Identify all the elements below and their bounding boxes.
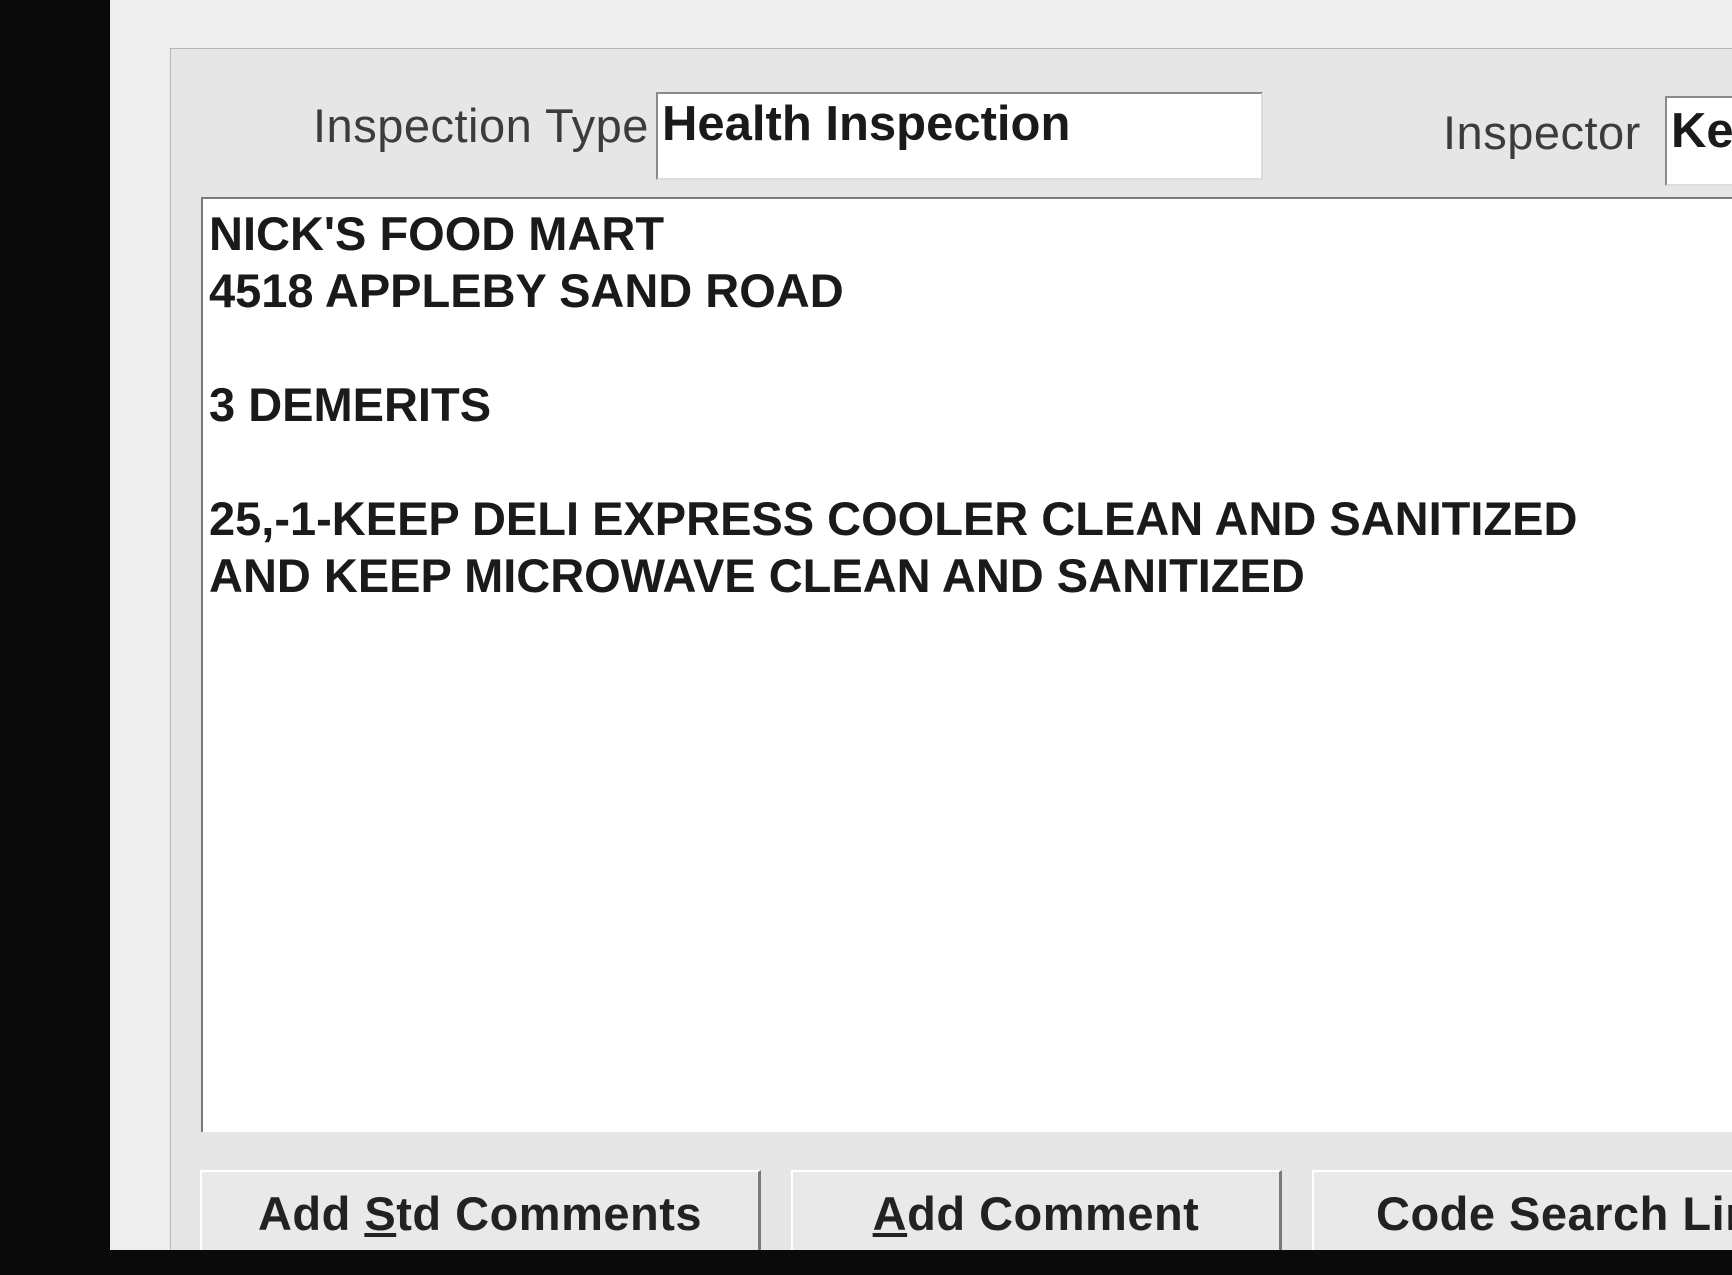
- inspector-field[interactable]: Ke: [1665, 96, 1732, 186]
- add-std-comments-button[interactable]: Add Std Comments: [200, 1170, 761, 1260]
- scan-bottom-edge: [0, 1250, 1732, 1275]
- comment-line: 3 DEMERITS: [209, 378, 492, 431]
- comment-line: AND KEEP MICROWAVE CLEAN AND SANITIZED: [209, 549, 1305, 602]
- button-label: Add: [257, 1187, 365, 1240]
- comments-textarea[interactable]: NICK'S FOOD MART 4518 APPLEBY SAND ROAD …: [201, 197, 1732, 1132]
- comment-line: NICK'S FOOD MART: [209, 207, 665, 260]
- inspector-label: Inspector: [1443, 106, 1641, 159]
- add-comment-button[interactable]: Add Comment: [791, 1170, 1282, 1260]
- code-search-button[interactable]: Code Search Lin: [1312, 1170, 1732, 1260]
- inspection-type-label: Inspection Type: [313, 99, 649, 152]
- mnemonic-letter: S: [364, 1187, 397, 1240]
- comment-line: [209, 319, 1732, 376]
- button-label: dd Comment: [907, 1187, 1200, 1240]
- mnemonic-letter: A: [872, 1187, 908, 1240]
- comment-line: 25,-1-KEEP DELI EXPRESS COOLER CLEAN AND…: [209, 492, 1578, 545]
- comment-line: [209, 433, 1732, 490]
- button-label: Code Search Lin: [1376, 1187, 1732, 1240]
- comment-line: 4518 APPLEBY SAND ROAD: [209, 264, 844, 317]
- inspection-type-field[interactable]: Health Inspection: [656, 92, 1263, 180]
- button-label: td Comments: [396, 1187, 703, 1240]
